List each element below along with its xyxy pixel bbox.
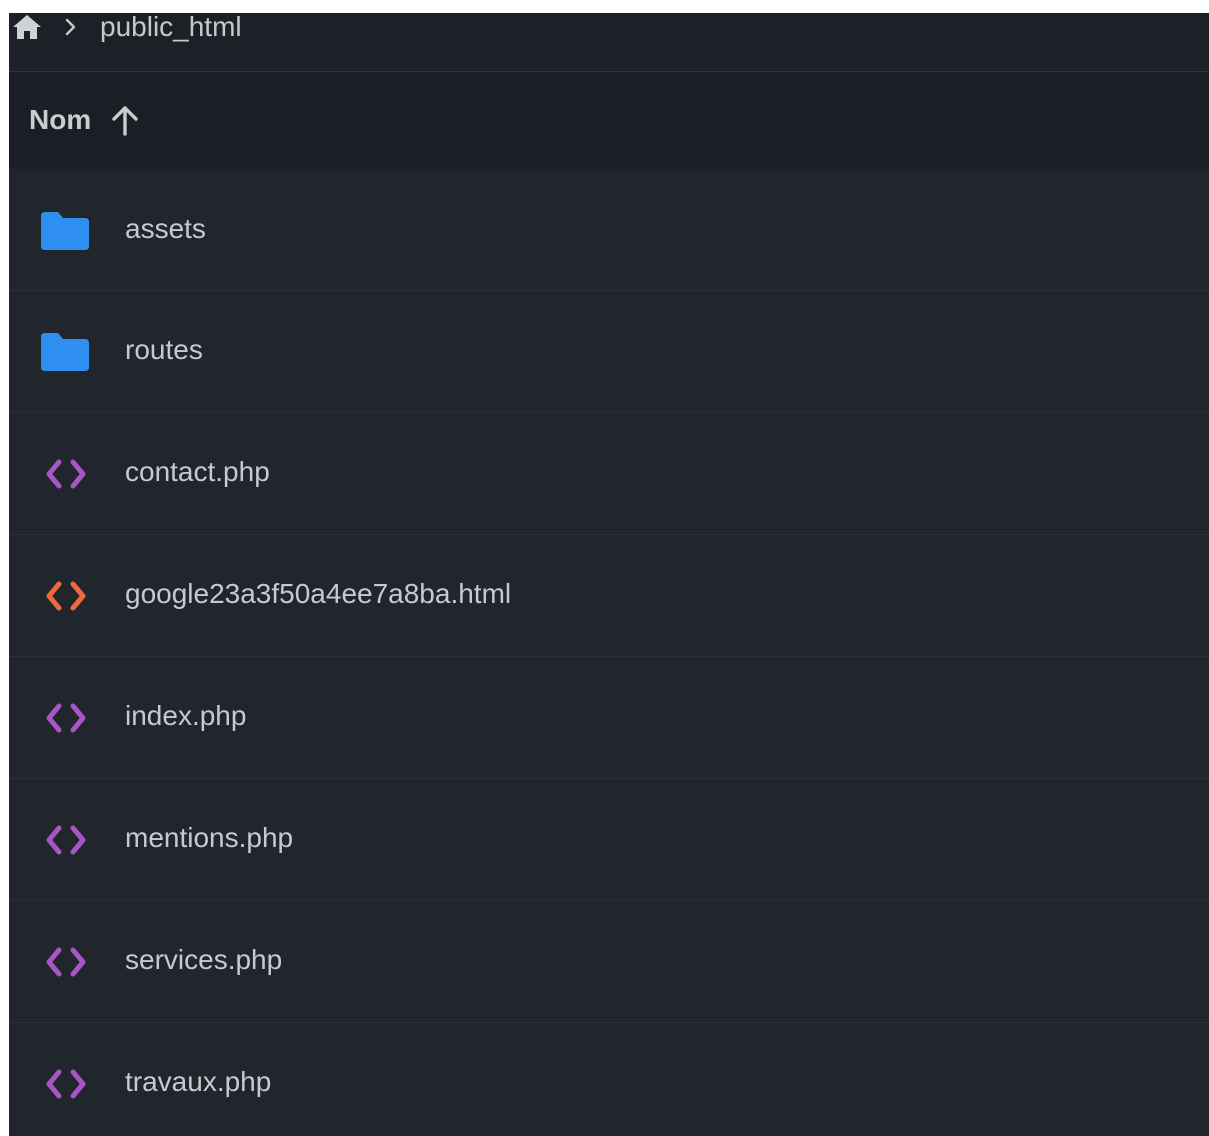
code-icon: [39, 1063, 91, 1105]
file-row[interactable]: google23a3f50a4ee7a8ba.html: [9, 535, 1209, 657]
file-row[interactable]: index.php: [9, 657, 1209, 779]
file-browser-panel: public_html Nom assets routes contact.php g…: [9, 13, 1209, 1136]
file-row[interactable]: travaux.php: [9, 1023, 1209, 1136]
home-icon[interactable]: [11, 13, 43, 39]
file-name: travaux.php: [125, 1066, 272, 1097]
code-icon: [39, 453, 91, 495]
file-row[interactable]: routes: [9, 291, 1209, 413]
file-name: routes: [125, 334, 203, 365]
file-list: assets routes contact.php google23a3f50a4ee…: [9, 170, 1209, 1136]
code-icon: [39, 697, 91, 739]
column-header-name[interactable]: Nom: [9, 72, 1209, 168]
file-row[interactable]: assets: [9, 170, 1209, 291]
file-name: services.php: [125, 944, 283, 975]
breadcrumb-current[interactable]: public_html: [100, 13, 242, 44]
code-icon: [39, 819, 91, 861]
breadcrumb: public_html: [9, 13, 1209, 72]
file-name: contact.php: [125, 456, 270, 487]
file-name: index.php: [125, 700, 247, 731]
file-name: assets: [125, 213, 206, 244]
file-row[interactable]: contact.php: [9, 413, 1209, 535]
file-name: mentions.php: [125, 822, 294, 853]
column-header-label: Nom: [29, 104, 92, 135]
file-row[interactable]: services.php: [9, 901, 1209, 1023]
code-icon: [39, 575, 91, 617]
file-name: google23a3f50a4ee7a8ba.html: [125, 578, 512, 609]
code-icon: [39, 941, 91, 983]
arrow-up-icon: [109, 104, 141, 138]
file-row[interactable]: mentions.php: [9, 779, 1209, 901]
folder-icon: [39, 331, 91, 373]
folder-icon: [39, 210, 91, 252]
chevron-right-icon: [61, 17, 81, 37]
